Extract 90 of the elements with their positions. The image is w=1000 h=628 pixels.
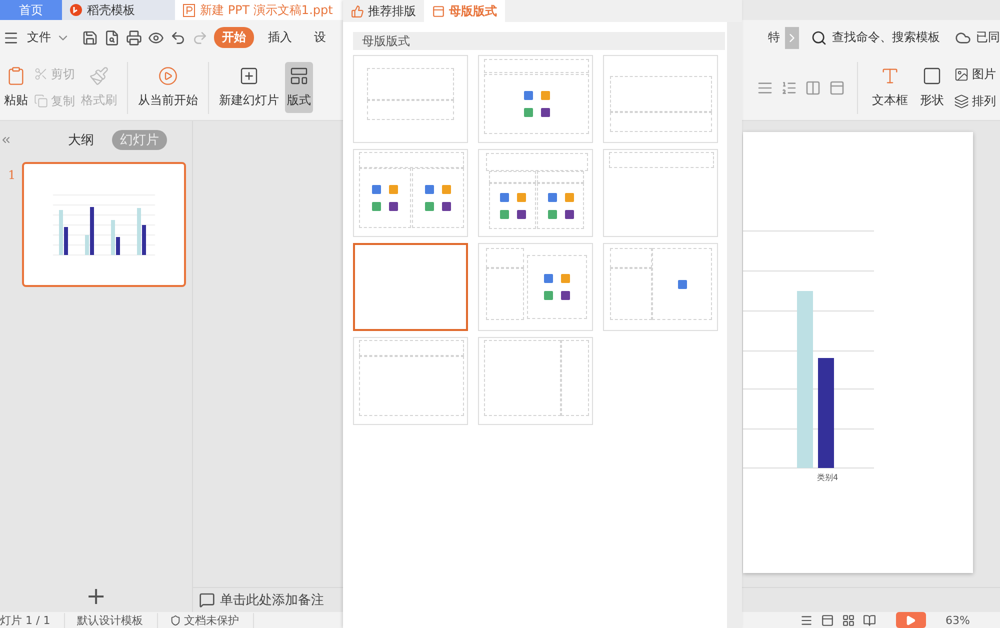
ribbon-button[interactable]: 形状 <box>918 62 946 113</box>
chart-icon <box>564 192 574 203</box>
save-icon[interactable] <box>82 30 98 46</box>
section-heading: 母版版式 <box>353 32 725 50</box>
grid-view-icon[interactable] <box>842 614 855 626</box>
play-icon <box>905 614 916 626</box>
table-icon <box>371 201 382 212</box>
panel-tab[interactable]: 推荐排版 <box>343 0 424 22</box>
add-slide-button[interactable]: + <box>86 582 106 610</box>
notes-placeholder[interactable]: 单击此处添加备注 <box>220 591 324 609</box>
preview-icon[interactable] <box>148 30 164 46</box>
picture-icon <box>676 278 688 290</box>
chart-icon <box>560 273 571 284</box>
video-icon <box>516 209 526 220</box>
status-item: 文档未保护 <box>170 612 254 628</box>
thumbs-up-icon <box>351 4 364 18</box>
layout-icon <box>289 66 309 86</box>
ribbon-button[interactable]: 版式 <box>285 62 313 113</box>
video-icon <box>560 290 571 301</box>
print-icon[interactable] <box>126 30 142 46</box>
align-icon[interactable] <box>757 80 773 96</box>
status-item: 灯片 1 / 1 <box>0 612 66 628</box>
picture-icon <box>424 184 435 195</box>
chart-icon <box>540 90 550 101</box>
more-tabs-button[interactable] <box>785 26 799 48</box>
normal-view-icon[interactable] <box>820 614 834 626</box>
table-icon <box>546 209 558 220</box>
file-menu[interactable]: 文件 <box>27 29 51 46</box>
paintbrush-icon <box>89 66 109 86</box>
reading-view-icon[interactable] <box>862 614 876 626</box>
ribbon-button[interactable]: 新建幻灯片 <box>217 62 281 113</box>
undo-icon[interactable] <box>170 30 186 46</box>
table-icon <box>424 201 435 212</box>
list-icon[interactable] <box>781 80 797 96</box>
picture-icon <box>543 273 554 284</box>
presentation-file-icon <box>183 4 195 16</box>
chart-icon <box>516 192 526 203</box>
ribbon-button[interactable]: 文本框 <box>870 62 910 113</box>
shape-icon <box>922 66 942 86</box>
document-tab[interactable]: 稻壳模板 <box>62 0 175 20</box>
table-icon <box>543 290 554 301</box>
comment-icon <box>199 592 215 608</box>
status-item: 默认设计模板 <box>77 612 158 628</box>
slideshow-button[interactable] <box>896 612 926 628</box>
ribbon-tab[interactable]: 插入 <box>260 27 300 48</box>
table-icon <box>498 209 510 220</box>
picture-icon <box>371 184 382 195</box>
ribbon-tab[interactable]: 设 <box>306 27 334 48</box>
cloud-sync-icon[interactable] <box>955 30 971 46</box>
sync-status[interactable]: 已同 <box>976 29 1000 46</box>
text-box-icon <box>880 66 900 86</box>
layout-icon <box>432 4 445 18</box>
axis-label: 类别4 <box>817 472 838 483</box>
video-icon <box>441 201 452 212</box>
zoom-level[interactable]: 63% <box>946 614 970 626</box>
copy-icon <box>34 94 48 108</box>
view-tab[interactable]: 大纲 <box>60 130 102 150</box>
search-icon[interactable] <box>811 30 827 46</box>
ribbon-tab[interactable]: 特 <box>768 29 780 46</box>
redo-icon[interactable] <box>192 30 208 46</box>
layers-icon <box>954 94 969 108</box>
video-icon <box>388 201 399 212</box>
image-icon <box>954 66 969 82</box>
scrollbar-track[interactable] <box>727 22 742 628</box>
layout-thumbnail[interactable] <box>353 243 468 331</box>
ribbon-button[interactable]: 从当前开始 <box>136 62 200 113</box>
menu-icon[interactable] <box>3 30 19 46</box>
slide-thumbnail[interactable] <box>22 162 186 287</box>
ribbon-button[interactable]: 排列 <box>954 92 996 110</box>
slide-number: 1 <box>8 168 16 184</box>
collapse-icon[interactable] <box>0 134 12 146</box>
columns-icon[interactable] <box>805 80 821 96</box>
play-circle-icon <box>158 66 178 86</box>
video-icon <box>540 107 550 118</box>
picture-icon <box>522 90 534 101</box>
shield-icon <box>170 614 182 626</box>
chart-icon <box>441 184 452 195</box>
search-command[interactable]: 查找命令、搜索模板 <box>832 29 940 46</box>
video-icon <box>564 209 574 220</box>
ribbon-button[interactable]: 粘贴 <box>2 62 30 113</box>
docer-logo-icon <box>70 4 82 16</box>
picture-icon <box>498 192 510 203</box>
table-icon <box>522 107 534 118</box>
clipboard-icon <box>6 66 26 86</box>
ribbon-button[interactable]: 图片 <box>954 66 996 82</box>
scissors-icon <box>34 67 48 81</box>
new-slide-icon <box>239 66 259 86</box>
notes-toggle-icon[interactable] <box>800 614 813 626</box>
chart-icon <box>388 184 399 195</box>
picture-icon <box>546 192 558 203</box>
